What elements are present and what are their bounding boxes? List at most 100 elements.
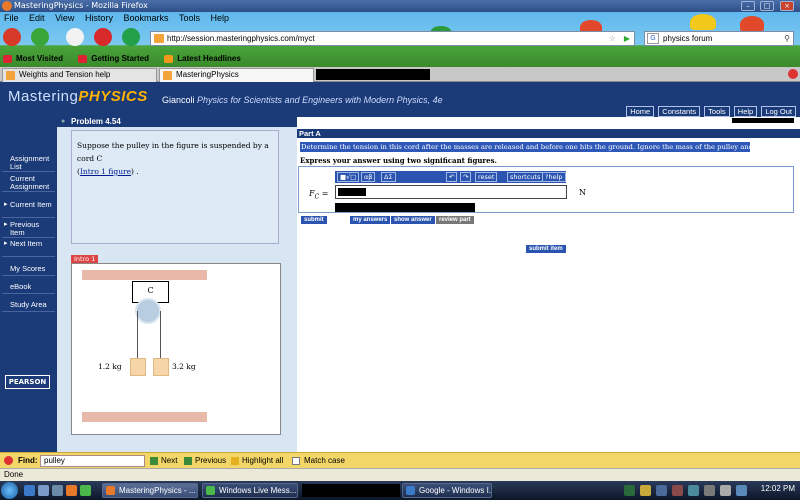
tray-network-icon[interactable] <box>704 485 715 496</box>
task-masteringphysics[interactable]: MasteringPhysics - ... <box>102 483 198 498</box>
answer-variable: FC = <box>309 189 329 201</box>
review-part-button[interactable]: review part <box>436 216 474 224</box>
forward-button[interactable] <box>31 28 49 46</box>
question-text: Determine the tension in this cord after… <box>300 142 750 152</box>
minimize-button[interactable]: – <box>741 1 755 11</box>
close-window-button[interactable]: × <box>780 1 794 11</box>
mass-right-label: 3.2 kg <box>172 362 196 371</box>
show-answer-button[interactable]: show answer <box>391 216 435 224</box>
book-title: Giancoli Physics for Scientists and Engi… <box>162 95 443 105</box>
my-answers-button[interactable]: my answers <box>350 216 391 224</box>
logout-link[interactable]: Log Out <box>761 106 796 117</box>
quicklaunch-firefox-icon[interactable] <box>66 485 77 496</box>
back-button[interactable] <box>3 28 21 46</box>
quicklaunch-windows-icon[interactable] <box>52 485 63 496</box>
mass-right <box>153 358 169 376</box>
bookmark-getting-started[interactable]: Getting Started <box>75 52 149 66</box>
sidebar-item-next-item[interactable]: Next Item <box>2 240 55 257</box>
find-label: Find: <box>18 456 38 465</box>
close-tab-icon[interactable] <box>788 69 798 79</box>
sidebar-item-my-scores[interactable]: My Scores <box>2 265 55 276</box>
sidebar-item-current-assignment[interactable]: Current Assignment <box>2 175 55 192</box>
menu-history[interactable]: History <box>81 12 117 25</box>
problem-panel: Suppose the pulley in the figure is susp… <box>57 127 297 452</box>
search-engine-icon[interactable]: G <box>647 33 659 44</box>
tray-volume-icon[interactable] <box>720 485 731 496</box>
bookmark-latest-headlines[interactable]: Latest Headlines <box>161 52 241 66</box>
templates-button[interactable]: ■√□ <box>337 172 360 182</box>
status-bar: Done <box>0 468 800 481</box>
task-windows-live-messenger[interactable]: Windows Live Mess... <box>202 483 298 498</box>
quicklaunch-ie-icon[interactable] <box>24 485 35 496</box>
bookmark-star-icon[interactable]: ☆ <box>609 32 616 45</box>
menu-help[interactable]: Help <box>207 12 234 25</box>
symbols-button[interactable]: ΔΣ <box>381 172 396 182</box>
part-title: Part A <box>297 129 800 138</box>
tray-icon[interactable] <box>688 485 699 496</box>
pearson-logo[interactable]: PEARSON <box>5 375 50 389</box>
ceiling <box>82 270 207 280</box>
sidebar-item-study-area[interactable]: Study Area <box>2 301 55 312</box>
start-button[interactable] <box>1 482 18 499</box>
stop-button[interactable] <box>94 28 112 46</box>
constants-link[interactable]: Constants <box>658 106 701 117</box>
clock[interactable]: 12:02 PM <box>761 484 795 493</box>
home-button[interactable] <box>122 28 140 46</box>
reset-button[interactable]: reset <box>475 172 498 182</box>
tray-icon[interactable] <box>640 485 651 496</box>
address-bar[interactable]: http://session.masteringphysics.com/myct… <box>150 31 635 46</box>
sidebar-item-previous-item[interactable]: Previous Item <box>2 221 55 238</box>
quicklaunch-messenger-icon[interactable] <box>80 485 91 496</box>
tab-masteringphysics[interactable]: MasteringPhysics <box>159 68 325 82</box>
tab-weights-tension[interactable]: Weights and Tension help <box>2 68 157 82</box>
menu-bookmarks[interactable]: Bookmarks <box>119 12 172 25</box>
pulley-figure: C 1.2 kg 3.2 kg <box>71 263 281 435</box>
answer-input[interactable] <box>335 185 567 199</box>
tray-icon[interactable] <box>656 485 667 496</box>
menu-tools[interactable]: Tools <box>175 12 204 25</box>
find-input[interactable]: pulley <box>40 455 145 467</box>
help-link[interactable]: Help <box>733 106 758 117</box>
answer-area: ■√□ αβ ΔΣ ↶ ↷ reset shortcuts ?help FC =… <box>298 166 794 213</box>
redo-button[interactable]: ↷ <box>460 172 472 182</box>
maximize-button[interactable]: □ <box>760 1 774 11</box>
help-button[interactable]: ?help <box>542 172 566 182</box>
tools-link[interactable]: Tools <box>704 106 730 117</box>
browser-chrome: File Edit View History Bookmarks Tools H… <box>0 12 800 67</box>
match-case-checkbox[interactable] <box>292 457 300 465</box>
quicklaunch-desktop-icon[interactable] <box>38 485 49 496</box>
menu-file[interactable]: File <box>0 12 23 25</box>
greek-button[interactable]: αβ <box>361 172 376 182</box>
close-find-bar-icon[interactable] <box>4 456 13 465</box>
match-case-label[interactable]: Match case <box>304 455 345 467</box>
highlight-all-button[interactable]: Highlight all <box>231 455 283 467</box>
home-link[interactable]: Home <box>626 106 655 117</box>
redacted-tab <box>316 69 430 80</box>
right-cord <box>160 311 161 359</box>
tray-icon[interactable] <box>624 485 635 496</box>
tray-icon[interactable] <box>736 485 747 496</box>
bookmark-most-visited[interactable]: Most Visited <box>0 52 63 66</box>
menu-view[interactable]: View <box>51 12 78 25</box>
sidebar-item-current-item[interactable]: Current Item <box>2 201 55 218</box>
find-previous-button[interactable]: Previous <box>184 455 226 467</box>
url-text: http://session.masteringphysics.com/myct <box>167 34 315 43</box>
menu-edit[interactable]: Edit <box>25 12 49 25</box>
shortcuts-button[interactable]: shortcuts <box>507 172 544 182</box>
submit-button[interactable]: submit <box>301 216 327 224</box>
reload-button[interactable] <box>66 28 84 46</box>
find-next-button[interactable]: Next <box>150 455 177 467</box>
task-google-internet-explorer[interactable]: Google - Windows I... <box>402 483 492 498</box>
firefox-icon <box>2 1 12 11</box>
sidebar-item-ebook[interactable]: eBook <box>2 283 55 294</box>
submit-item-button[interactable]: submit item <box>526 245 566 253</box>
search-box[interactable]: G physics forum ⚲ <box>644 31 794 46</box>
navigation-toolbar: http://session.masteringphysics.com/myct… <box>0 26 800 50</box>
search-magnifier-icon[interactable]: ⚲ <box>784 32 790 45</box>
intro-tab[interactable]: Intro 1 <box>71 255 99 263</box>
tray-icon[interactable] <box>672 485 683 496</box>
go-arrow-icon[interactable]: ▶ <box>624 32 630 45</box>
intro-figure-link[interactable]: Intro 1 figure <box>80 167 131 176</box>
undo-button[interactable]: ↶ <box>446 172 458 182</box>
sidebar-item-assignment-list[interactable]: Assignment List <box>2 155 55 172</box>
